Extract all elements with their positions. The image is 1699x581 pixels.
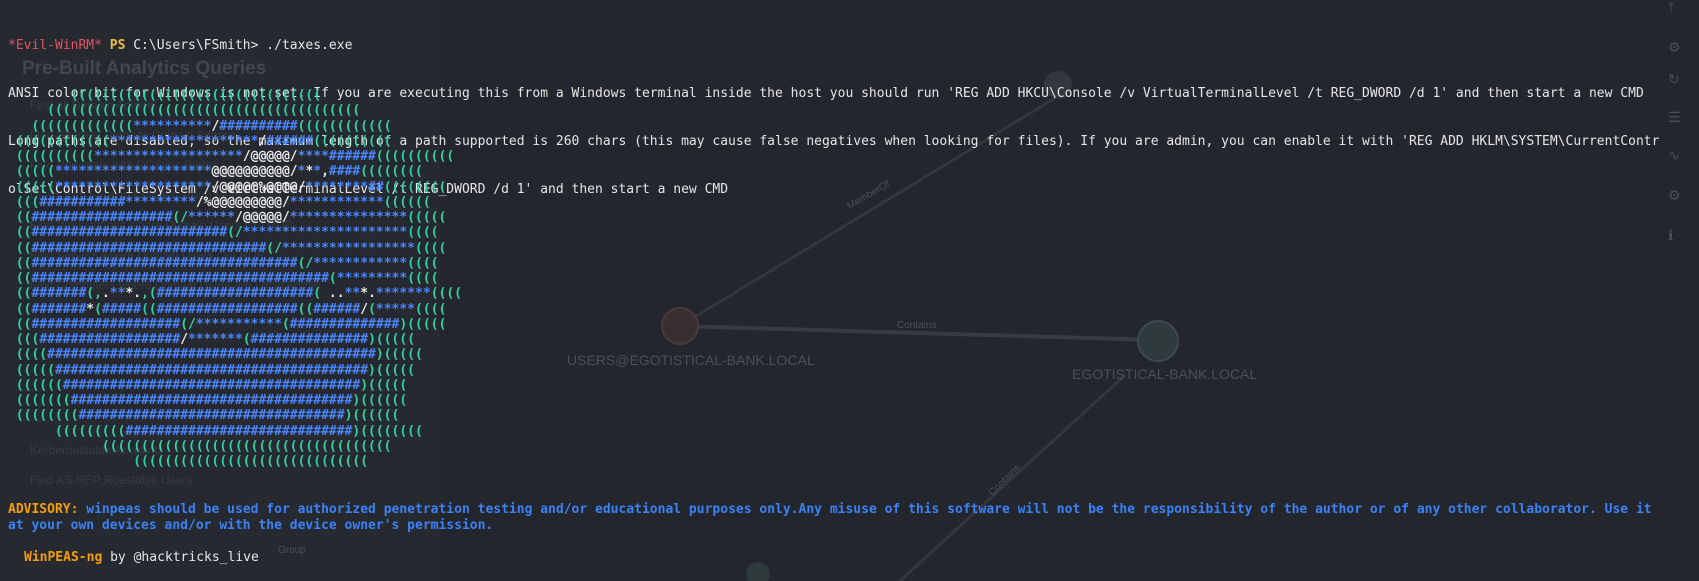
- edge-label-contains: Contains: [897, 320, 937, 331]
- domain-node: [1137, 320, 1179, 362]
- credit-line: WinPEAS-ng by @hacktricks_live: [24, 550, 259, 566]
- prompt-ps: PS: [109, 38, 126, 53]
- ascii-art-line: ((#######*(#####((##################((##…: [8, 301, 447, 317]
- credit-by: by @hacktricks_live: [110, 550, 259, 565]
- ascii-art-line: ((((####################################…: [8, 347, 423, 363]
- ascii-art-line: (((###########*********/%@@@@@@@@@/*****…: [8, 194, 431, 210]
- info-icon[interactable]: ℹ: [1668, 228, 1673, 244]
- ascii-art-line: ((((((((((((((((((((((((((((((((((((((((: [8, 103, 361, 119]
- advisory-text: winpeas should be used for authorized pe…: [86, 502, 1652, 517]
- prompt-line: *Evil-WinRM* PS C:\Users\FSmith> ./taxes…: [8, 38, 1698, 54]
- command-text: ./taxes.exe: [266, 38, 353, 53]
- ascii-art-line: ((#######(,.***.,(####################( …: [8, 286, 463, 302]
- query-item[interactable]: Find AS-REP Roastable Users: [30, 473, 193, 487]
- advisory-block: ADVISORY: winpeas should be used for aut…: [8, 502, 1698, 534]
- ascii-art-line: (((##################/*******(##########…: [8, 332, 416, 347]
- ascii-art-line: (((((********************@@@@@@@@@@/***,…: [8, 164, 423, 180]
- ascii-art-line: ((######################################…: [8, 271, 439, 286]
- group-node: [661, 307, 699, 345]
- ascii-art-line: ((#########################(/***********…: [8, 225, 439, 241]
- prompt-cwd: C:\Users\FSmith>: [133, 38, 259, 53]
- edge-label-group: Group: [278, 545, 306, 556]
- prompt-tag: *Evil-WinRM*: [8, 38, 102, 53]
- ascii-art-line: ((((((((((((((((((((((((((((((((: [8, 88, 322, 103]
- ascii-art-line: (((((###################################…: [8, 362, 416, 378]
- ascii-art-line: ((((((((((*******************/@@@@@/****…: [8, 149, 455, 164]
- ascii-art-line: ((##############################(/******…: [8, 240, 447, 256]
- ascii-art-line: ((((((((################################…: [8, 408, 400, 424]
- ascii-art-line: (((((********************/@@@@@%@@@@/***…: [8, 179, 447, 195]
- advisory-text-2: at your own devices and/or with the devi…: [8, 518, 494, 533]
- node-label-users: USERS@EGOTISTICAL-BANK.LOCAL: [567, 352, 815, 368]
- ascii-art-line: ((##################################(/**…: [8, 255, 439, 271]
- advisory-label: ADVISORY:: [8, 502, 79, 517]
- ascii-art-line: ((((((((((((*******************/######((…: [8, 133, 392, 149]
- ascii-art-line: ((((((((((((((((((((((((((((((: [8, 454, 369, 469]
- credit-name: WinPEAS-ng: [24, 550, 103, 565]
- ascii-art-line: (((((((((#############################)(…: [8, 423, 423, 439]
- winpeas-ascii-logo: (((((((((((((((((((((((((((((((( (((((((…: [8, 88, 462, 469]
- ascii-art-line: ((##################(/******/@@@@@/*****…: [8, 210, 447, 225]
- node: [746, 562, 770, 581]
- node-label-domain: EGOTISTICAL-BANK.LOCAL: [1072, 366, 1258, 382]
- ascii-art-line: ((###################(/***********(#####…: [8, 316, 447, 332]
- ascii-art-line: (((((((((((((**********/##########((((((…: [8, 118, 392, 134]
- ascii-art-line: (((((((((((((((((((((((((((((((((((((: [8, 438, 392, 454]
- ascii-art-line: ((((((##################################…: [8, 377, 408, 393]
- ascii-art-line: (((((((#################################…: [8, 393, 408, 408]
